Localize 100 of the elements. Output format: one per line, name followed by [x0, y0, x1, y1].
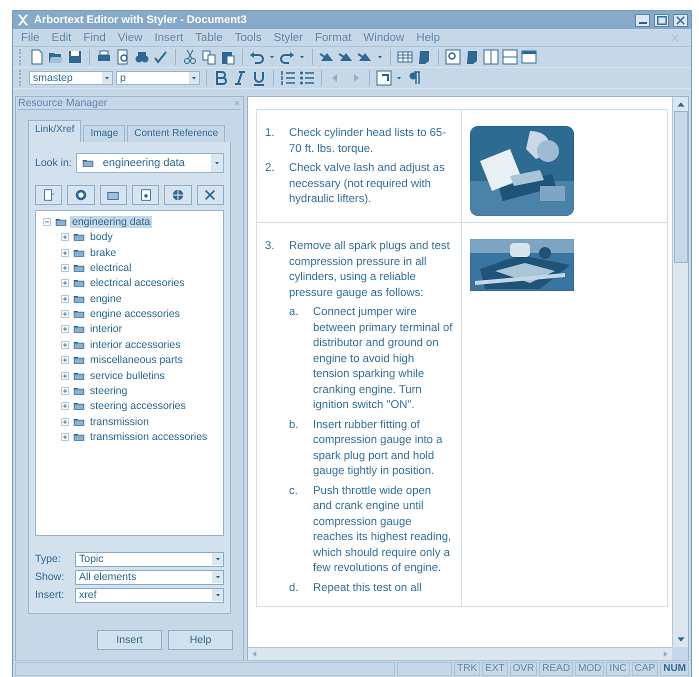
status-indicator: INC [606, 662, 630, 676]
paste-icon[interactable] [220, 49, 236, 65]
step-letter: d. [289, 580, 300, 596]
step-text: Insert rubber fitting of compression gauge into a spark plug port and hold gauge tightly in position. [313, 418, 444, 479]
italic-icon[interactable] [232, 70, 248, 86]
expand-icon[interactable] [60, 416, 70, 427]
x-logo-icon[interactable] [16, 13, 30, 27]
field-label: Look in: [35, 156, 72, 169]
element-combo[interactable]: p [116, 71, 200, 85]
globe-icon [170, 188, 185, 202]
bold-icon[interactable] [213, 70, 229, 86]
new-item-button[interactable] [35, 185, 62, 206]
folder-icon[interactable] [72, 323, 86, 336]
collapse-icon[interactable] [42, 216, 52, 227]
save-icon[interactable] [67, 49, 83, 65]
dropdown[interactable]: xref [75, 588, 224, 603]
tree-item[interactable]: interior accessories [88, 338, 182, 351]
field-label: Type: [35, 553, 62, 566]
status-indicator: CAP [632, 662, 658, 676]
tree-item[interactable]: engine [88, 292, 124, 305]
step-text: Remove all spark plugs and test compression pressure in all cylinders, using a reliable pressure gauge as follows: [289, 239, 451, 300]
expand-icon[interactable] [60, 340, 70, 350]
tree-item[interactable]: service bulletins [88, 370, 167, 382]
new-item-icon [42, 188, 56, 202]
folder-icon[interactable] [72, 354, 86, 366]
step-number: 2. [265, 161, 276, 176]
folder-icon[interactable] [72, 231, 86, 244]
tree-item[interactable]: transmission accessories [88, 431, 210, 444]
new-file-icon[interactable] [29, 49, 45, 65]
expand-icon[interactable] [60, 324, 70, 334]
underline-icon[interactable] [251, 70, 267, 86]
document-button[interactable] [132, 185, 160, 206]
delete-icon [203, 188, 218, 202]
folder-up-button[interactable] [100, 185, 127, 206]
step-number: 3. [265, 239, 276, 254]
tree-item[interactable]: body [88, 231, 115, 244]
scrollbar-corner [672, 647, 688, 660]
look-in-dropdown[interactable]: engineering data [76, 152, 224, 173]
delete-button[interactable] [196, 185, 224, 206]
tab[interactable]: Link/Xref [28, 120, 82, 142]
globe-button[interactable] [164, 185, 192, 206]
split-icon[interactable] [483, 49, 499, 65]
split-horizontal-icon[interactable] [502, 49, 518, 65]
insert-button[interactable]: Insert [97, 630, 162, 650]
folder-icon[interactable] [72, 277, 86, 290]
expand-icon[interactable] [60, 278, 70, 288]
tree-item[interactable]: brake [88, 246, 118, 259]
status-indicator: TRK [454, 662, 480, 676]
help-button[interactable]: Help [168, 630, 233, 650]
field-label: Insert: [35, 589, 66, 602]
back-icon [74, 188, 88, 202]
document-icon [138, 188, 153, 202]
cut-icon[interactable] [182, 49, 198, 65]
tree-item[interactable]: miscellaneous parts [88, 354, 185, 366]
undo-icon[interactable] [249, 49, 265, 65]
numbered-list-icon[interactable] [280, 70, 296, 86]
expand-icon[interactable] [60, 355, 70, 366]
tab[interactable]: Content Reference [127, 125, 226, 142]
table-icon[interactable] [397, 49, 413, 65]
expand-icon[interactable] [60, 248, 70, 258]
dropdown[interactable]: Topic [75, 552, 224, 567]
tree-item[interactable]: electrical accesories [88, 277, 187, 290]
copy-icon[interactable] [201, 49, 217, 65]
redo-icon[interactable] [279, 49, 295, 65]
window-title: Arbortext Editor with Styler - Document3 [34, 14, 248, 26]
zoom-icon[interactable] [445, 49, 461, 65]
tree-item[interactable]: engineering data [70, 216, 152, 228]
style-combo[interactable]: smastep [29, 71, 113, 85]
expand-icon[interactable] [60, 232, 70, 242]
tree-item[interactable]: engine accessories [88, 308, 182, 320]
expand-icon[interactable] [60, 386, 70, 396]
expand-icon[interactable] [60, 432, 70, 442]
expand-icon[interactable] [60, 262, 70, 273]
step-text: Check cylinder head lists to 65-70 ft. lbs. torque. [289, 126, 447, 156]
spell-check-icon[interactable] [153, 49, 169, 65]
folder-icon[interactable] [72, 308, 86, 320]
expand-icon[interactable] [60, 401, 70, 412]
folder-icon[interactable] [72, 400, 86, 412]
tab[interactable]: Image [83, 125, 126, 142]
tree-item[interactable]: steering accessories [88, 400, 188, 412]
bullet-list-icon[interactable] [299, 70, 315, 86]
tree-item[interactable]: electrical [88, 262, 134, 274]
scrollbar-thumb[interactable] [674, 111, 688, 263]
expand-icon[interactable] [60, 370, 70, 381]
folder-icon[interactable] [72, 385, 86, 398]
minimize-button[interactable] [635, 14, 650, 26]
status-indicator: EXT [482, 662, 508, 676]
expand-icon[interactable] [60, 309, 70, 320]
folder-icon[interactable] [72, 431, 86, 444]
tree-item[interactable]: transmission [88, 416, 151, 428]
expand-icon[interactable] [60, 294, 70, 304]
dropdown[interactable]: All elements [75, 570, 224, 585]
tree-item[interactable]: interior [88, 323, 124, 336]
frame-icon[interactable] [376, 70, 392, 86]
tree-item[interactable]: steering [88, 385, 130, 398]
close-button[interactable] [673, 14, 688, 26]
back-button[interactable] [67, 185, 95, 206]
maximize-button[interactable] [654, 14, 669, 26]
step-text: Repeat this test on all [313, 580, 422, 596]
window-icon[interactable] [521, 49, 537, 65]
